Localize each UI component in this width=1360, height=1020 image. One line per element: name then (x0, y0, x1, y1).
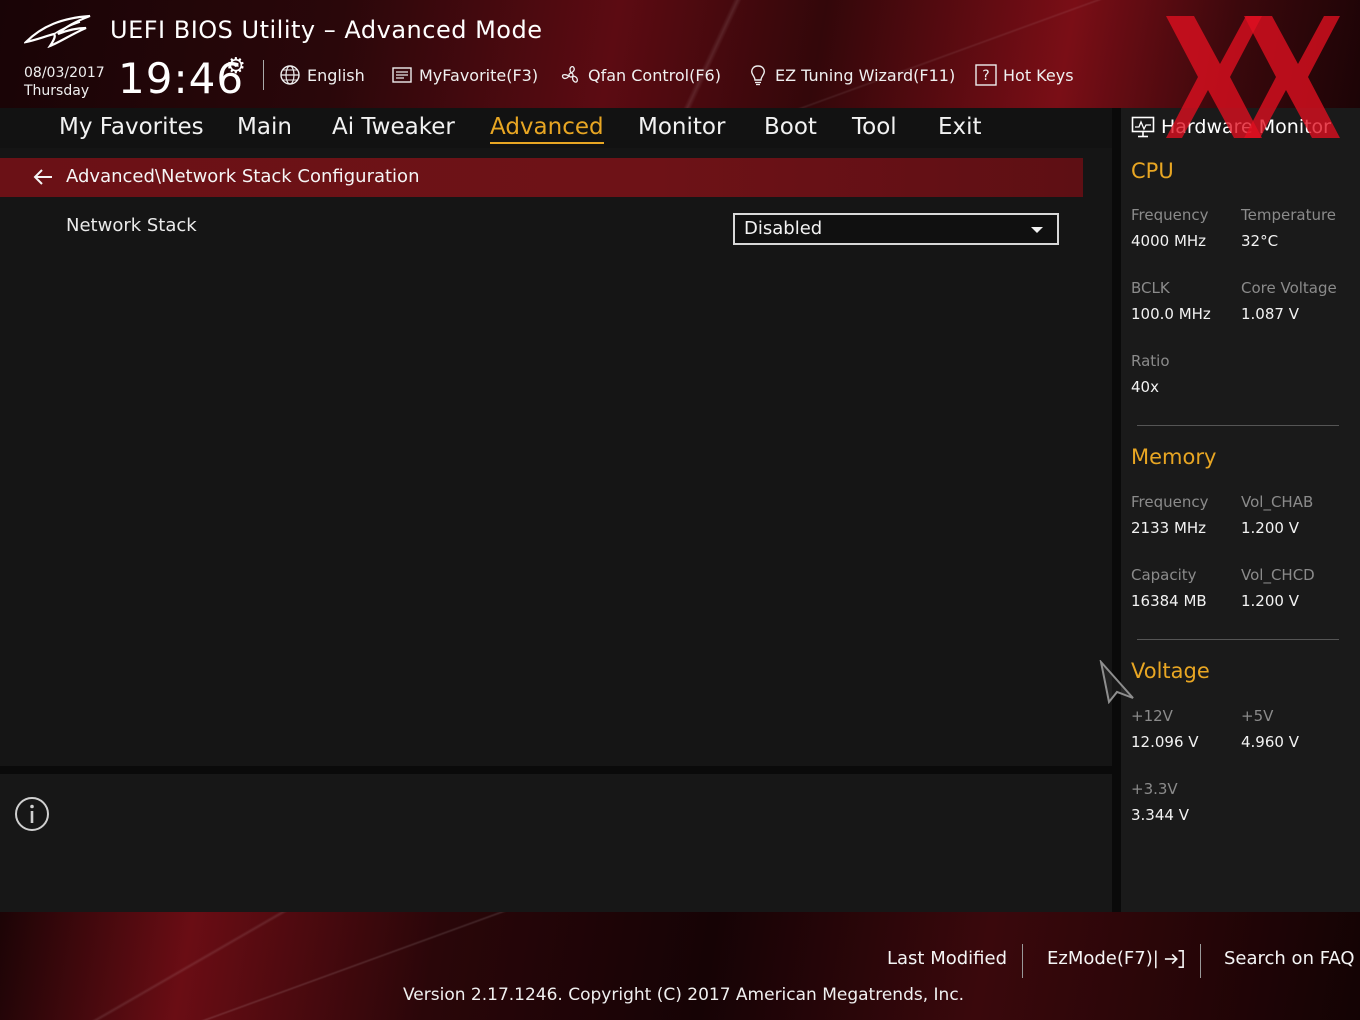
myfavorite-button[interactable]: MyFavorite(F3) (391, 62, 538, 88)
vol-chab-value: 1.200 V (1241, 519, 1299, 537)
footer-separator (1022, 944, 1023, 978)
memory-heading: Memory (1131, 445, 1217, 469)
v33-label: +3.3V (1131, 780, 1178, 798)
qfan-control-label: Qfan Control(F6) (588, 65, 721, 85)
breadcrumb: Advanced\Network Stack Configuration (0, 158, 1083, 197)
cpu-frequency-label: Frequency (1131, 206, 1209, 224)
cpu-temperature-value: 32°C (1241, 232, 1279, 250)
memory-frequency-label: Frequency (1131, 493, 1209, 511)
app-title: UEFI BIOS Utility – Advanced Mode (110, 16, 543, 44)
monitor-icon (1131, 116, 1155, 138)
language-label: English (307, 65, 365, 85)
bclk-label: BCLK (1131, 279, 1170, 297)
day-text: Thursday (24, 83, 90, 99)
capacity-label: Capacity (1131, 566, 1197, 584)
ratio-value: 40x (1131, 378, 1159, 396)
help-info-panel (0, 774, 1112, 912)
hot-keys-button[interactable]: ? Hot Keys (975, 62, 1074, 88)
settings-panel: Advanced\Network Stack Configuration Net… (0, 148, 1112, 766)
network-stack-select[interactable]: Disabled (733, 213, 1059, 245)
rog-logo-icon (24, 14, 91, 48)
mouse-cursor-icon (1099, 660, 1134, 704)
footer-separator (1200, 944, 1201, 978)
tab-monitor[interactable]: Monitor (638, 112, 725, 144)
hot-keys-label: Hot Keys (1003, 65, 1074, 85)
network-stack-label: Network Stack (66, 215, 197, 236)
vol-chab-label: Vol_CHAB (1241, 493, 1314, 511)
memory-frequency-value: 2133 MHz (1131, 519, 1207, 537)
globe-icon (280, 65, 300, 85)
v12-label: +12V (1131, 707, 1173, 725)
version-text: Version 2.17.1246. Copyright (C) 2017 Am… (403, 985, 965, 1005)
v5-value: 4.960 V (1241, 733, 1299, 751)
ezmode-label: EzMode(F7)| (1047, 948, 1159, 969)
bclk-value: 100.0 MHz (1131, 305, 1211, 323)
info-icon (15, 797, 49, 831)
lightbulb-icon (751, 65, 765, 86)
header-bar: UEFI BIOS Utility – Advanced Mode 08/03/… (0, 0, 1360, 108)
date-display: 08/03/2017 Thursday (24, 64, 105, 100)
back-arrow-icon[interactable] (32, 167, 54, 187)
fan-icon (561, 66, 579, 83)
cpu-heading: CPU (1131, 159, 1174, 183)
tab-my-favorites[interactable]: My Favorites (59, 112, 204, 144)
v5-label: +5V (1241, 707, 1274, 725)
tab-boot[interactable]: Boot (764, 112, 817, 144)
myfavorite-label: MyFavorite(F3) (419, 65, 539, 85)
chevron-down-icon (1031, 227, 1043, 233)
gear-icon[interactable]: ⚙ (226, 54, 246, 79)
panel-divider (0, 766, 1112, 774)
core-voltage-label: Core Voltage (1241, 279, 1337, 297)
core-voltage-value: 1.087 V (1241, 305, 1299, 323)
tab-ai-tweaker[interactable]: Ai Tweaker (332, 112, 455, 144)
tab-advanced[interactable]: Advanced (490, 112, 604, 144)
date-text: 08/03/2017 (24, 65, 105, 81)
main-tabs: My Favorites Main Ai Tweaker Advanced Mo… (0, 108, 1112, 148)
favorite-list-icon (392, 67, 412, 83)
exit-arrow-icon (1164, 949, 1184, 968)
last-modified-button[interactable]: Last Modified (887, 948, 1007, 969)
breadcrumb-path: Advanced\Network Stack Configuration (66, 166, 420, 187)
tab-main[interactable]: Main (237, 112, 292, 144)
capacity-value: 16384 MB (1131, 592, 1207, 610)
tab-exit[interactable]: Exit (938, 112, 982, 144)
section-divider (1137, 639, 1339, 640)
footer-bar: Last Modified EzMode(F7)| Search on FAQ … (0, 912, 1360, 1020)
language-button[interactable]: English (279, 62, 365, 88)
cpu-frequency-value: 4000 MHz (1131, 232, 1207, 250)
vol-chcd-label: Vol_CHCD (1241, 566, 1315, 584)
ratio-label: Ratio (1131, 352, 1170, 370)
hardware-monitor-panel: Hardware Monitor CPU Frequency 4000 MHz … (1121, 108, 1360, 912)
v33-value: 3.344 V (1131, 806, 1189, 824)
ezmode-button[interactable]: EzMode(F7)| (1047, 948, 1185, 969)
ez-tuning-wizard-button[interactable]: EZ Tuning Wizard(F11) (747, 62, 955, 88)
question-icon: ? (975, 64, 997, 86)
voltage-heading: Voltage (1131, 659, 1210, 683)
v12-value: 12.096 V (1131, 733, 1199, 751)
cpu-temperature-label: Temperature (1241, 206, 1337, 224)
panel-separator (1112, 108, 1121, 912)
network-stack-value: Disabled (744, 218, 823, 239)
svg-text:?: ? (982, 68, 989, 84)
xx-watermark-logo (1166, 16, 1340, 138)
search-faq-button[interactable]: Search on FAQ (1224, 948, 1355, 969)
tab-tool[interactable]: Tool (852, 112, 897, 144)
header-separator (263, 60, 264, 90)
vol-chcd-value: 1.200 V (1241, 592, 1299, 610)
ez-tuning-wizard-label: EZ Tuning Wizard(F11) (775, 65, 956, 85)
qfan-control-button[interactable]: Qfan Control(F6) (560, 62, 721, 88)
section-divider (1137, 425, 1339, 426)
